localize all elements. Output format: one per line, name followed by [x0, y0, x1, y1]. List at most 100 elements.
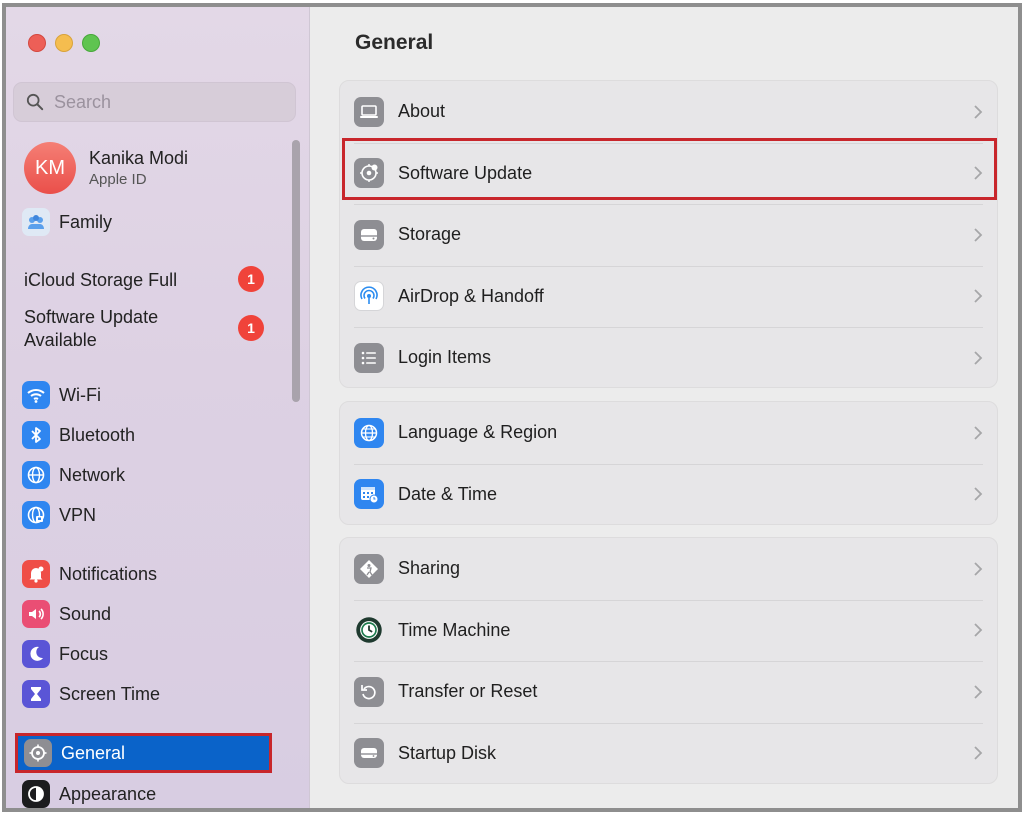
zoom-window-button[interactable] [82, 34, 100, 52]
family-icon [22, 208, 50, 236]
network-icon [22, 461, 50, 489]
sidebar-item-label: General [61, 742, 126, 763]
row-language-region[interactable]: Language & Region [340, 402, 997, 464]
sidebar-item-family[interactable]: Family [22, 205, 112, 239]
screenshot-frame: KM Kanika Modi Apple ID Family iCloud St… [2, 3, 1022, 812]
sidebar-item-focus[interactable]: Focus [22, 637, 108, 671]
airdrop-icon [354, 281, 384, 312]
sidebar-item-wifi[interactable]: Wi-Fi [22, 378, 101, 412]
list-icon [354, 342, 384, 373]
chevron-right-icon [974, 166, 983, 180]
sidebar-item-vpn[interactable]: VPN [22, 498, 96, 532]
notification-badge: 1 [238, 315, 264, 341]
window-controls [28, 34, 100, 52]
row-label: Startup Disk [398, 742, 497, 763]
profile-name: Kanika Modi [89, 148, 189, 168]
row-label: Date & Time [398, 483, 498, 504]
row-date-time[interactable]: Date & Time [340, 463, 997, 526]
bluetooth-icon [22, 421, 50, 449]
row-label: AirDrop & Handoff [398, 285, 544, 306]
row-about[interactable]: About [340, 81, 997, 143]
laptop-icon [354, 96, 384, 127]
icloud-storage-notice[interactable]: iCloud Storage Full [24, 269, 177, 292]
notice-label-line1: Software Update [24, 307, 159, 327]
profile-subtitle: Apple ID [89, 171, 147, 188]
focus-icon [22, 640, 50, 668]
globe-icon [354, 417, 384, 448]
wifi-icon [22, 381, 50, 409]
notifications-icon [22, 560, 50, 588]
row-sharing[interactable]: Sharing [340, 538, 997, 600]
notification-badge: 1 [238, 266, 264, 292]
chevron-right-icon [974, 105, 983, 119]
row-label: Login Items [398, 347, 492, 368]
software-update-notice[interactable]: Software Update Available [24, 306, 158, 352]
sidebar: KM Kanika Modi Apple ID Family iCloud St… [6, 7, 310, 808]
appearance-icon [22, 780, 50, 808]
screen-time-icon [22, 680, 50, 708]
row-startup-disk[interactable]: Startup Disk [340, 722, 997, 785]
software-update-gear-icon [354, 158, 384, 189]
chevron-right-icon [974, 623, 983, 637]
sidebar-item-sound[interactable]: Sound [22, 597, 111, 631]
sound-icon [22, 600, 50, 628]
row-transfer-reset[interactable]: Transfer or Reset [340, 661, 997, 723]
vpn-icon [22, 501, 50, 529]
row-storage[interactable]: Storage [340, 204, 997, 266]
chevron-right-icon [974, 562, 983, 576]
chevron-right-icon [974, 685, 983, 699]
time-machine-icon [354, 615, 384, 645]
system-settings-window: KM Kanika Modi Apple ID Family iCloud St… [6, 7, 1018, 808]
sharing-icon [354, 553, 384, 584]
sidebar-item-general[interactable]: General [15, 733, 272, 773]
sidebar-item-notifications[interactable]: Notifications [22, 557, 157, 591]
notice-label: iCloud Storage Full [24, 270, 178, 290]
row-label: Time Machine [398, 619, 511, 640]
startup-disk-icon [354, 738, 384, 769]
sidebar-item-appearance[interactable]: Appearance [22, 777, 157, 808]
sidebar-scrollbar[interactable] [292, 140, 300, 402]
sidebar-item-label: Focus [59, 643, 109, 664]
reset-icon [354, 676, 384, 707]
storage-drive-icon [354, 219, 384, 250]
calendar-clock-icon [354, 479, 384, 510]
sidebar-item-network[interactable]: Network [22, 458, 125, 492]
settings-group-system-tools: Sharing Time Machine Transfer or Reset S… [339, 537, 998, 784]
sidebar-item-label: VPN [59, 504, 97, 525]
row-label: Transfer or Reset [398, 681, 538, 702]
sidebar-item-bluetooth[interactable]: Bluetooth [22, 418, 135, 452]
minimize-window-button[interactable] [55, 34, 73, 52]
chevron-right-icon [974, 351, 983, 365]
chevron-right-icon [974, 487, 983, 501]
chevron-right-icon [974, 746, 983, 760]
notice-label-line2: Available [24, 330, 97, 350]
row-airdrop-handoff[interactable]: AirDrop & Handoff [340, 265, 997, 328]
row-time-machine[interactable]: Time Machine [340, 599, 997, 662]
row-label: Software Update [398, 162, 533, 183]
sidebar-item-label: Network [59, 464, 126, 485]
close-window-button[interactable] [28, 34, 46, 52]
search-field[interactable] [13, 82, 296, 122]
settings-group-locale: Language & Region Date & Time [339, 401, 998, 525]
sidebar-item-label: Appearance [59, 783, 157, 804]
row-login-items[interactable]: Login Items [340, 327, 997, 389]
row-label: Language & Region [398, 422, 558, 443]
sidebar-item-screen-time[interactable]: Screen Time [22, 677, 160, 711]
search-icon [26, 93, 44, 111]
settings-group-system: About Software Update Storage AirDrop & … [339, 80, 998, 388]
row-label: Storage [398, 224, 462, 245]
sidebar-item-label: Wi-Fi [59, 384, 101, 405]
row-software-update[interactable]: Software Update [340, 142, 997, 205]
row-label: About [398, 101, 446, 122]
apple-id-profile[interactable]: KM Kanika Modi Apple ID [24, 142, 188, 194]
search-input[interactable] [54, 91, 274, 113]
avatar: KM [24, 142, 76, 194]
chevron-right-icon [974, 289, 983, 303]
sidebar-item-label: Bluetooth [59, 424, 136, 445]
sidebar-item-label: Screen Time [59, 683, 161, 704]
row-label: Sharing [398, 558, 461, 579]
chevron-right-icon [974, 426, 983, 440]
gear-icon [24, 739, 52, 767]
main-pane: General About Software Update Storage Ai… [311, 7, 1018, 808]
sidebar-item-label: Sound [59, 603, 112, 624]
